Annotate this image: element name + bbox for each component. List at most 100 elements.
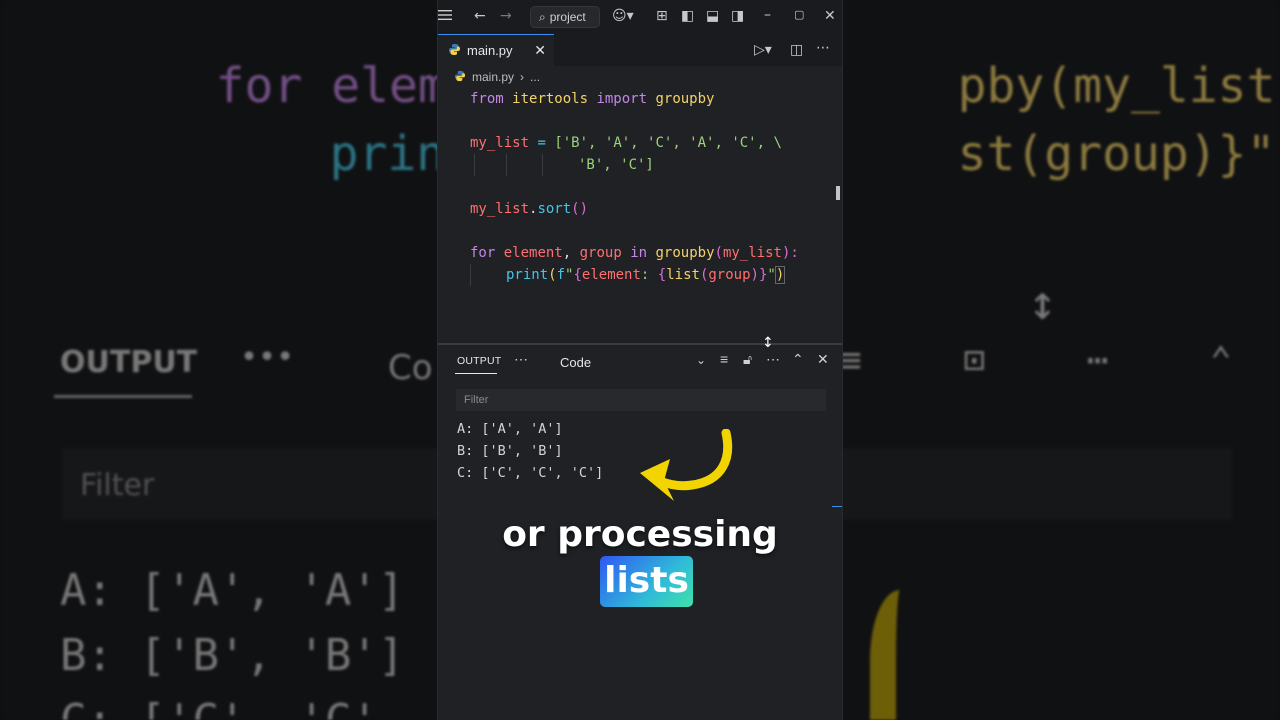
- search-icon: ⌕: [539, 9, 546, 24]
- code-line-4: 'B', 'C']: [578, 154, 654, 176]
- clear-output-icon[interactable]: ≡: [720, 351, 728, 367]
- split-editor-icon[interactable]: ◫: [790, 42, 803, 58]
- tab-output-underline: [455, 373, 497, 374]
- output-line: C: ['C', 'C', 'C']: [457, 465, 604, 481]
- tok: {: [657, 267, 667, 283]
- tok: print: [506, 267, 549, 283]
- run-icon[interactable]: ▷▾: [754, 42, 772, 58]
- scrollbar-thumb[interactable]: [836, 186, 840, 200]
- python-file-icon: [448, 43, 461, 59]
- chevron-down-icon: ⌄: [695, 353, 706, 367]
- minimize-icon[interactable]: –: [764, 7, 771, 23]
- toggle-panel-icon[interactable]: ⬓: [706, 8, 719, 24]
- tok: {: [573, 267, 582, 283]
- tok: ['B', 'A', 'C', 'A', 'C', \: [554, 135, 782, 151]
- tok: from: [470, 91, 504, 107]
- tok: ): [774, 266, 786, 284]
- code-line-8: for element, group in groupby(my_list):: [470, 242, 799, 264]
- yellow-arrow-icon: [640, 429, 733, 501]
- tok: (: [548, 267, 557, 283]
- tok: :: [640, 267, 658, 283]
- forward-arrow-icon[interactable]: →: [500, 8, 512, 24]
- copilot-icon[interactable]: ☺▾: [612, 8, 634, 24]
- more-actions-icon[interactable]: ⋯: [816, 40, 830, 56]
- title-bar: ← → ⌕ project ☺▾ ⊞ ◧ ⬓ ◨ – ▢ ✕: [438, 0, 842, 34]
- tab-main-py[interactable]: main.py ✕: [438, 34, 554, 66]
- breadcrumb: main.py › ...: [438, 66, 842, 88]
- tok: for: [470, 245, 496, 261]
- tok: 'B', 'C']: [578, 157, 654, 173]
- tab-bar: main.py ✕ ▷▾ ◫ ⋯: [438, 34, 842, 66]
- subtitle-highlight: lists: [600, 556, 693, 607]
- backdrop-output-label: OUTPUT: [60, 345, 198, 380]
- output-line: A: ['A', 'A']: [457, 421, 563, 437]
- indent-guide: [542, 154, 543, 176]
- panel-header: OUTPUT ⋯ Code ⌄ ≡ 🔓︎ ⋯ ⌃ ✕: [438, 345, 842, 379]
- backdrop-print-right: st(group)}"): [842, 70, 1280, 238]
- breadcrumb-more[interactable]: ...: [530, 70, 540, 84]
- panel-more-icon[interactable]: ⋯: [514, 351, 528, 368]
- backdrop-result-2: B: ['B', 'B']: [60, 630, 405, 681]
- filter-placeholder: Filter: [464, 394, 489, 406]
- backdrop-output-underline: [54, 395, 192, 398]
- maximize-panel-icon[interactable]: ⌃: [792, 351, 804, 368]
- tok: list: [666, 267, 700, 283]
- tok: (: [714, 245, 723, 261]
- vscode-window: ← → ⌕ project ☺▾ ⊞ ◧ ⬓ ◨ – ▢ ✕ main.py ✕…: [438, 0, 842, 720]
- tok: my_list: [470, 201, 530, 217]
- tok: (): [571, 201, 589, 217]
- subtitle-caption: or processing: [502, 514, 778, 555]
- panel-actions-icon[interactable]: ⋯: [766, 351, 780, 368]
- filter-input[interactable]: Filter: [456, 389, 826, 411]
- indent-guide: [474, 154, 475, 176]
- tok: element: [503, 245, 563, 261]
- backdrop-panel-icons: ≡ ⊡ ⋯ ⌃ ✕: [840, 340, 1272, 381]
- toggle-secondary-sidebar-icon[interactable]: ◨: [731, 8, 744, 24]
- tok: ):: [781, 245, 799, 261]
- command-center[interactable]: ⌕ project: [530, 6, 600, 28]
- resize-cursor-icon: ↕: [762, 335, 774, 351]
- code-editor[interactable]: from itertools import groupby my_list = …: [438, 88, 842, 344]
- tok: my_list: [470, 135, 530, 151]
- backdrop-filter-text: Filter: [80, 468, 155, 503]
- tok: groupby: [655, 245, 715, 261]
- code-line-6: my_list.sort(): [470, 198, 588, 220]
- toggle-sidebar-icon[interactable]: ◧: [681, 8, 694, 24]
- tok: ): [750, 267, 759, 283]
- code-line-1: from itertools import groupby: [470, 88, 714, 110]
- output-line: B: ['B', 'B']: [457, 443, 563, 459]
- python-breadcrumb-icon: [454, 70, 466, 85]
- tok: my_list: [722, 245, 782, 261]
- backdrop-result-1: A: ['A', 'A']: [60, 565, 405, 616]
- tok: in: [630, 245, 648, 261]
- tab-label: main.py: [467, 43, 513, 58]
- indent-guide: [506, 154, 507, 176]
- tok: import: [596, 91, 648, 107]
- backdrop-arrow-shape: [870, 590, 930, 720]
- indent-guide: [470, 264, 471, 286]
- lock-icon[interactable]: 🔓︎: [743, 351, 752, 368]
- tok: itertools: [512, 91, 589, 107]
- close-tab-icon[interactable]: ✕: [534, 42, 546, 59]
- close-panel-icon[interactable]: ✕: [817, 351, 829, 368]
- back-arrow-icon[interactable]: ←: [474, 8, 486, 24]
- maximize-icon[interactable]: ▢: [794, 8, 804, 21]
- tab-output[interactable]: OUTPUT: [457, 355, 501, 367]
- backdrop-result-3: C: ['C', 'C': [60, 695, 378, 720]
- code-line-3: my_list = ['B', 'A', 'C', 'A', 'C', \: [470, 132, 782, 154]
- tok: f: [556, 267, 566, 283]
- code-line-9: print(f"{element: {list(group)}"): [506, 264, 786, 286]
- output-channel-value: Code: [560, 354, 592, 370]
- close-window-icon[interactable]: ✕: [824, 8, 836, 24]
- tok: ,: [562, 245, 580, 261]
- tok: ": [767, 267, 776, 283]
- backdrop-code-label: Co: [388, 348, 433, 388]
- output-channel-select[interactable]: Code ⌄: [552, 351, 710, 373]
- tok: sort: [537, 201, 572, 217]
- breadcrumb-file[interactable]: main.py: [472, 70, 514, 84]
- menu-icon[interactable]: [438, 9, 452, 21]
- tok: element: [581, 267, 641, 283]
- layout-icon[interactable]: ⊞: [656, 8, 668, 24]
- search-label: project: [549, 10, 586, 24]
- tok: =: [529, 135, 555, 151]
